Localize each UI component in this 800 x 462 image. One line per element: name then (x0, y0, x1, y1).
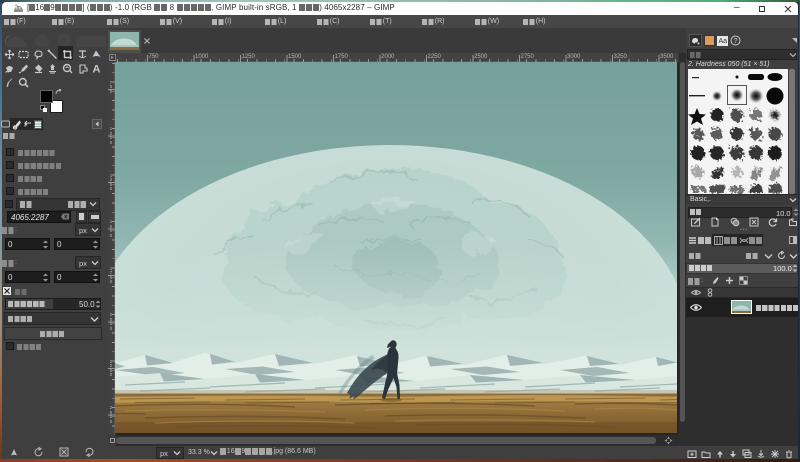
svg-text:A: A (93, 63, 101, 74)
svg-text:i: i (15, 125, 16, 130)
svg-text:?: ? (734, 38, 738, 45)
